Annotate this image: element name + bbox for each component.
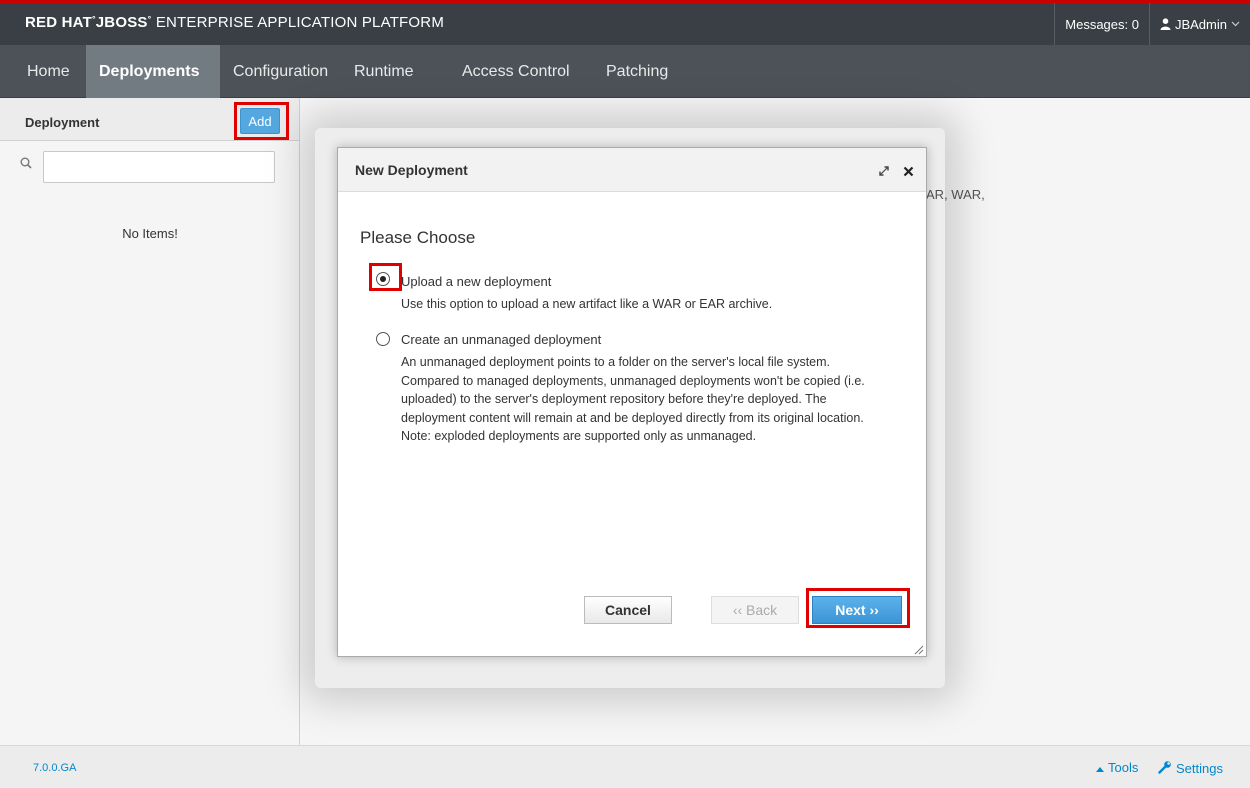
dialog-title: New Deployment [355, 162, 468, 178]
highlight-next-button [806, 588, 910, 628]
empty-list-message: No Items! [122, 226, 178, 241]
footer: 7.0.0.GA Tools Settings [0, 745, 1250, 788]
brand-platform: ENTERPRISE APPLICATION PLATFORM [155, 14, 445, 31]
brand-redhat: RED HAT [25, 14, 92, 31]
tools-label: Tools [1108, 760, 1139, 775]
brand-jboss: JBOSS [95, 14, 148, 31]
highlight-upload-radio [369, 263, 402, 291]
user-icon [1160, 18, 1171, 30]
upload-deployment-description: Use this option to upload a new artifact… [401, 297, 773, 311]
unmanaged-deployment-description: An unmanaged deployment points to a fold… [401, 355, 865, 443]
user-name: JBAdmin [1174, 16, 1227, 32]
messages-button[interactable]: Messages: 0 [1054, 3, 1149, 45]
settings-link[interactable]: Settings [1158, 760, 1223, 777]
wrench-icon [1158, 760, 1172, 777]
tab-home[interactable]: Home [14, 45, 76, 98]
new-deployment-dialog: New Deployment Please Choose Upload a ne… [337, 147, 927, 657]
settings-label: Settings [1176, 761, 1223, 776]
caret-up-icon [1096, 760, 1104, 775]
main-nav: Home Deployments Configuration Runtime A… [0, 45, 1250, 98]
maximize-icon[interactable] [878, 164, 890, 182]
user-menu[interactable]: JBAdmin [1148, 3, 1250, 45]
version-label: 7.0.0.GA [33, 762, 77, 774]
dialog-heading: Please Choose [360, 228, 476, 247]
tab-access-control[interactable]: Access Control [462, 45, 570, 98]
top-header: RED HAT°JBOSS° ENTERPRISE APPLICATION PL… [0, 0, 1250, 45]
chevron-down-icon [1231, 21, 1240, 27]
resize-grip-icon[interactable] [912, 642, 924, 660]
unmanaged-deployment-radio[interactable] [376, 332, 390, 346]
unmanaged-deployment-label[interactable]: Create an unmanaged deployment [401, 332, 601, 347]
dialog-header: New Deployment [338, 148, 926, 192]
tab-patching[interactable]: Patching [606, 45, 668, 98]
tools-link[interactable]: Tools [1096, 760, 1138, 775]
search-icon [20, 156, 32, 174]
messages-label: Messages: 0 [1065, 16, 1139, 32]
tab-configuration[interactable]: Configuration [233, 45, 328, 98]
sidebar-title: Deployment [25, 115, 100, 130]
tab-runtime[interactable]: Runtime [354, 45, 414, 98]
highlight-add-button [234, 102, 289, 140]
cancel-button[interactable]: Cancel [584, 596, 672, 624]
deployment-sidebar: Deployment Add No Items! [0, 98, 300, 745]
close-icon[interactable] [903, 164, 914, 182]
search-input[interactable] [43, 151, 275, 183]
upload-deployment-label[interactable]: Upload a new deployment [401, 274, 551, 289]
tab-deployments[interactable]: Deployments [86, 45, 220, 98]
back-button[interactable]: ‹‹ Back [711, 596, 799, 624]
product-brand: RED HAT°JBOSS° ENTERPRISE APPLICATION PL… [25, 14, 445, 31]
